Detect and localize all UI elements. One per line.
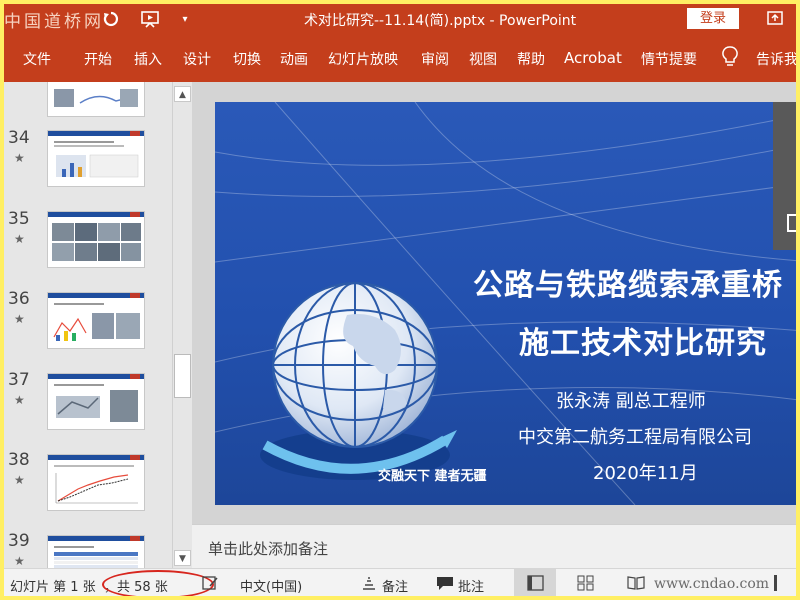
- login-button[interactable]: 登录: [687, 8, 739, 29]
- current-slide[interactable]: 交融天下 建者无疆 公路与铁路缆索承重桥 施工技术对比研究 张永涛 副总工程师 …: [215, 102, 796, 505]
- slide-thumbnail[interactable]: [47, 373, 145, 430]
- slide-number: 39: [8, 531, 30, 551]
- slide-number: 34: [8, 128, 30, 148]
- tab-acrobat[interactable]: Acrobat: [564, 49, 622, 67]
- slide-editing-area[interactable]: 交融天下 建者无疆 公路与铁路缆索承重桥 施工技术对比研究 张永涛 副总工程师 …: [192, 82, 796, 524]
- dropdown-icon[interactable]: ▾: [178, 9, 192, 29]
- comments-button[interactable]: 批注: [458, 576, 484, 595]
- slide-thumbnail[interactable]: [47, 535, 145, 568]
- globe-logo-icon: [260, 282, 457, 480]
- ribbon-tabs: 文件 开始 插入 设计 切换 动画 幻灯片放映 审阅 视图 帮助 Acrobat…: [4, 34, 796, 82]
- slide-company[interactable]: 中交第二航务工程局有限公司: [518, 423, 752, 449]
- notes-icon[interactable]: [361, 575, 379, 591]
- slide-thumbnail[interactable]: [47, 82, 145, 117]
- tab-storyboard[interactable]: 情节提要: [641, 49, 697, 69]
- comments-icon[interactable]: [436, 575, 454, 591]
- language-indicator[interactable]: 中文(中国): [240, 576, 302, 595]
- zoom-slider-handle[interactable]: [774, 575, 777, 591]
- title-bar: 中国道桥网 ▾ 术对比研究--11.14(简).pptx - PowerPoin…: [4, 4, 796, 34]
- tab-review[interactable]: 审阅: [421, 49, 449, 69]
- tab-transitions[interactable]: 切换: [233, 49, 261, 69]
- slide-title-line2[interactable]: 施工技术对比研究: [519, 318, 767, 362]
- tab-help[interactable]: 帮助: [517, 49, 545, 69]
- slide-position: 幻灯片 第 1 张: [10, 580, 96, 595]
- tab-tell-me[interactable]: 告诉我: [756, 49, 796, 69]
- animation-star-icon: ★: [14, 151, 25, 165]
- undo-icon[interactable]: [100, 9, 122, 29]
- document-title: 术对比研究--11.14(简).pptx - PowerPoint: [304, 13, 577, 29]
- slide-author[interactable]: 张永涛 副总工程师: [556, 387, 706, 413]
- animation-star-icon: ★: [14, 473, 25, 487]
- notes-placeholder[interactable]: 单击此处添加备注: [208, 538, 328, 559]
- site-watermark: 中国道桥网: [4, 12, 104, 32]
- notes-button[interactable]: 备注: [382, 576, 408, 595]
- scroll-thumb[interactable]: [174, 354, 191, 398]
- animation-star-icon: ★: [14, 393, 25, 407]
- slide-number: 37: [8, 370, 30, 390]
- tab-slideshow[interactable]: 幻灯片放映: [328, 49, 398, 69]
- scroll-up-icon[interactable]: ▲: [174, 86, 191, 102]
- thumbnail-scrollbar[interactable]: ▲ ▼: [172, 82, 192, 568]
- slide-number: 35: [8, 209, 30, 229]
- spellcheck-icon[interactable]: [202, 575, 220, 591]
- slide-thumbnails-pane[interactable]: 34 ★ 35 ★ 36 ★ 37 ★ 38 ★ 39 ★ ▲ ▼: [4, 82, 192, 568]
- reading-view-icon[interactable]: [627, 575, 645, 591]
- slide-corner-photo: [773, 102, 796, 250]
- slide-number: 36: [8, 289, 30, 309]
- lightbulb-icon[interactable]: [722, 46, 738, 68]
- tab-animations[interactable]: 动画: [280, 49, 308, 69]
- tab-design[interactable]: 设计: [183, 49, 211, 69]
- notes-pane[interactable]: 单击此处添加备注: [192, 524, 796, 569]
- powerpoint-window: 中国道桥网 ▾ 术对比研究--11.14(简).pptx - PowerPoin…: [4, 4, 796, 596]
- site-watermark-bottom: www.cndao.com: [654, 576, 770, 592]
- scroll-down-icon[interactable]: ▼: [174, 550, 191, 566]
- tab-home[interactable]: 开始: [84, 49, 112, 69]
- animation-star-icon: ★: [14, 554, 25, 568]
- animation-star-icon: ★: [14, 232, 25, 246]
- slide-thumbnail[interactable]: [47, 454, 145, 511]
- slideshow-icon[interactable]: [138, 9, 162, 29]
- slide-title-line1[interactable]: 公路与铁路缆索承重桥: [473, 260, 783, 304]
- slide-number: 38: [8, 450, 30, 470]
- slide-thumbnail[interactable]: [47, 292, 145, 349]
- animation-star-icon: ★: [14, 312, 25, 326]
- slide-date[interactable]: 2020年11月: [593, 459, 698, 485]
- tab-view[interactable]: 视图: [469, 49, 497, 69]
- slogan-text: 交融天下 建者无疆: [378, 469, 487, 484]
- tab-insert[interactable]: 插入: [134, 49, 162, 69]
- slide-sorter-icon[interactable]: [577, 575, 595, 591]
- status-bar: 幻灯片 第 1 张 ，共 58 张 中文(中国) 备注 批注 www.cndao…: [4, 568, 796, 596]
- slide-thumbnail[interactable]: [47, 211, 145, 268]
- normal-view-button[interactable]: [514, 569, 556, 596]
- restore-icon[interactable]: [766, 9, 784, 27]
- tab-file[interactable]: 文件: [23, 49, 51, 69]
- slide-thumbnail[interactable]: [47, 130, 145, 187]
- red-annotation-circle: [102, 570, 214, 596]
